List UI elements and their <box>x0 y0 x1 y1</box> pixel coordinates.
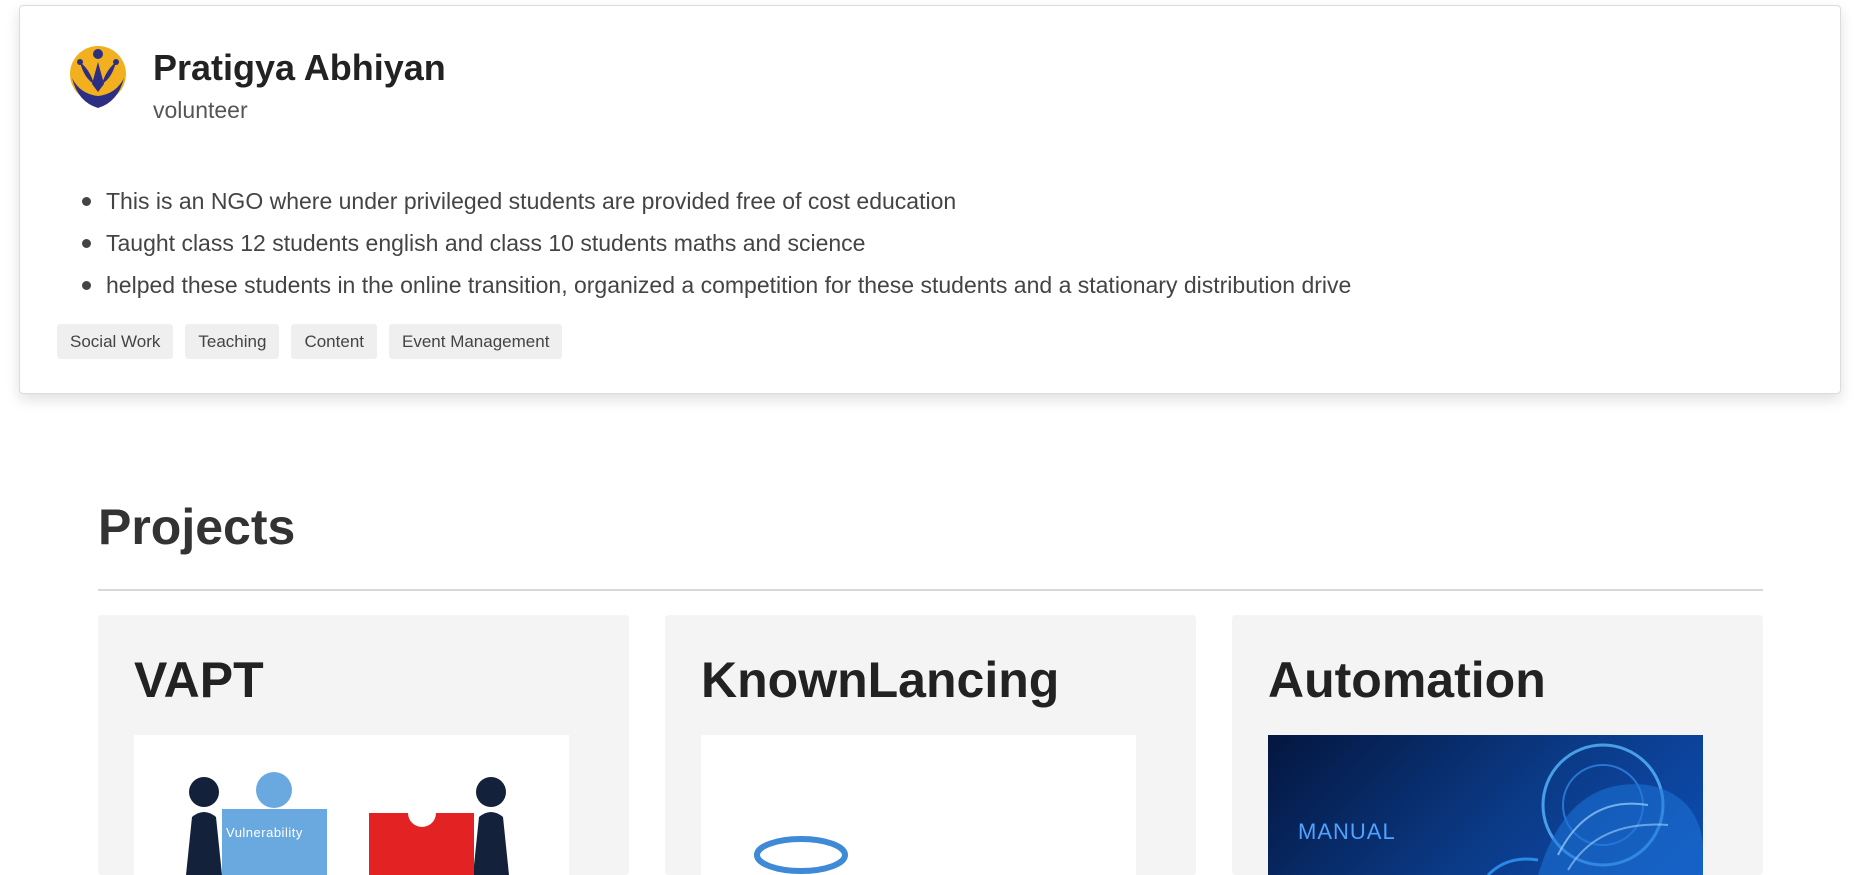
organization-title: Pratigya Abhiyan <box>153 47 446 88</box>
tag-social-work: Social Work <box>57 324 174 359</box>
project-card-automation[interactable]: Automation MANUAL <box>1232 615 1763 875</box>
automation-robot-image: MANUAL <box>1268 735 1703 875</box>
project-card-vapt[interactable]: VAPT Vulnerability <box>98 615 629 875</box>
experience-card: Pratigya Abhiyan volunteer This is an NG… <box>19 5 1841 394</box>
project-title[interactable]: VAPT <box>134 645 264 715</box>
vulnerability-puzzle-image: Vulnerability <box>134 735 569 875</box>
project-title[interactable]: KnownLancing <box>701 645 1059 715</box>
tag-event-management: Event Management <box>389 324 563 359</box>
tag-teaching: Teaching <box>185 324 280 359</box>
responsibility-list: This is an NGO where under privileged st… <box>76 180 1351 306</box>
ngo-logo-icon <box>68 44 128 112</box>
project-card-knownlancing[interactable]: KnownLancing <box>665 615 1196 875</box>
skill-tags: Social Work Teaching Content Event Manag… <box>57 324 563 359</box>
list-item: Taught class 12 students english and cla… <box>76 222 1351 264</box>
list-item: helped these students in the online tran… <box>76 264 1351 306</box>
section-divider <box>98 589 1763 591</box>
projects-heading: Projects <box>98 499 296 555</box>
list-item: This is an NGO where under privileged st… <box>76 180 1351 222</box>
tag-content: Content <box>291 324 377 359</box>
image-caption: Vulnerability <box>226 825 303 840</box>
knownlancing-logo-image <box>701 735 1136 875</box>
role-label: volunteer <box>153 97 248 123</box>
project-title[interactable]: Automation <box>1268 645 1546 715</box>
image-caption: MANUAL <box>1298 819 1396 844</box>
